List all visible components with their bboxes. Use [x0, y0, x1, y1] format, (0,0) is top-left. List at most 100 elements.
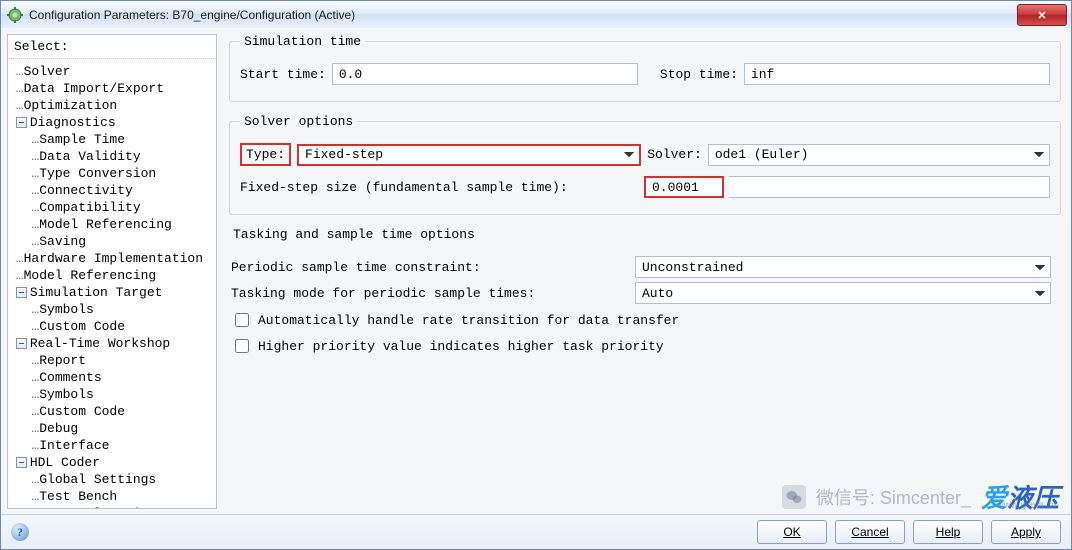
tree-node[interactable]: …EDA Tool Scripts [8, 505, 216, 509]
auto-rate-transition-checkbox[interactable] [235, 313, 249, 327]
tree-node-label: Connectivity [39, 182, 133, 199]
footer-buttons: OK Cancel Help Apply [757, 520, 1061, 544]
tree-node[interactable]: …Global Settings [8, 471, 216, 488]
tree-node[interactable]: …Custom Code [8, 318, 216, 335]
tree-node[interactable]: …Model Referencing [8, 216, 216, 233]
app-icon [7, 7, 23, 23]
tree-node-label: EDA Tool Scripts [39, 505, 164, 509]
tree-node[interactable]: Simulation Target [8, 284, 216, 301]
tree-node[interactable]: …Sample Time [8, 131, 216, 148]
tree-node[interactable]: …Symbols [8, 301, 216, 318]
tree-node-label: Data Import/Export [24, 80, 164, 97]
tree-node-label: Solver [24, 63, 71, 80]
periodic-constraint-select[interactable]: Unconstrained [635, 256, 1051, 278]
start-time-input[interactable] [332, 63, 638, 85]
tree-node-label: Optimization [24, 97, 118, 114]
tree-node[interactable]: …Symbols [8, 386, 216, 403]
tree-node-label: Sample Time [39, 131, 125, 148]
tree-node[interactable]: …Optimization [8, 97, 216, 114]
solver-type-select[interactable]: Fixed-step [297, 144, 641, 166]
simulation-time-legend: Simulation time [240, 34, 365, 49]
help-icon[interactable]: ? [11, 523, 29, 541]
tree-node[interactable]: …Connectivity [8, 182, 216, 199]
collapse-icon[interactable] [16, 338, 27, 349]
apply-button[interactable]: Apply [991, 520, 1061, 544]
category-tree[interactable]: …Solver …Data Import/Export …Optimizatio… [8, 59, 216, 509]
footer-bar: ? OK Cancel Help Apply [1, 514, 1071, 549]
tree-node[interactable]: …Data Import/Export [8, 80, 216, 97]
tree-node-label: HDL Coder [30, 454, 100, 471]
tree-node-label: Real-Time Workshop [30, 335, 170, 352]
tree-node[interactable]: …Hardware Implementation [8, 250, 216, 267]
collapse-icon[interactable] [16, 117, 27, 128]
window-body: Select: …Solver …Data Import/Export …Opt… [1, 28, 1071, 515]
tree-node[interactable]: …Saving [8, 233, 216, 250]
ok-button[interactable]: OK [757, 520, 827, 544]
tree-node-label: Simulation Target [30, 284, 163, 301]
tree-node-label: Data Validity [39, 148, 140, 165]
solver-options-group: Solver options Type: Fixed-step Solver: … [229, 114, 1061, 215]
fixed-step-size-input[interactable] [644, 176, 724, 198]
tree-node[interactable]: Real-Time Workshop [8, 335, 216, 352]
tree-header: Select: [8, 35, 216, 59]
collapse-icon[interactable] [16, 287, 27, 298]
tree-node-label: Compatibility [39, 199, 140, 216]
tree-node-label: Type Conversion [39, 165, 156, 182]
collapse-icon[interactable] [16, 457, 27, 468]
tree-node[interactable]: …Solver [8, 63, 216, 80]
tree-node-label: Test Bench [39, 488, 117, 505]
config-parameters-window: Configuration Parameters: B70_engine/Con… [0, 0, 1072, 550]
auto-rate-transition-label: Automatically handle rate transition for… [258, 313, 679, 328]
solver-options-legend: Solver options [240, 114, 357, 129]
window-title: Configuration Parameters: B70_engine/Con… [29, 8, 1017, 22]
fixed-step-size-input-ext[interactable] [729, 176, 1050, 198]
tree-node-label: Model Referencing [24, 267, 157, 284]
tree-node-label: Symbols [39, 301, 94, 318]
tree-node-label: Diagnostics [30, 114, 116, 131]
close-icon: ✕ [1037, 9, 1046, 22]
tree-node[interactable]: Diagnostics [8, 114, 216, 131]
titlebar: Configuration Parameters: B70_engine/Con… [1, 0, 1071, 30]
tasking-mode-label: Tasking mode for periodic sample times: [231, 286, 629, 301]
help-button[interactable]: Help [913, 520, 983, 544]
tree-node[interactable]: …Model Referencing [8, 267, 216, 284]
higher-priority-label: Higher priority value indicates higher t… [258, 339, 664, 354]
tasking-options-legend: Tasking and sample time options [229, 227, 479, 242]
tree-node-label: Debug [39, 420, 78, 437]
close-button[interactable]: ✕ [1017, 4, 1067, 26]
tree-node-label: Report [39, 352, 86, 369]
tree-node-label: Interface [39, 437, 109, 454]
stop-time-input[interactable] [744, 63, 1050, 85]
tree-node-label: Custom Code [39, 318, 125, 335]
tree-node[interactable]: …Type Conversion [8, 165, 216, 182]
simulation-time-group: Simulation time Start time: Stop time: [229, 34, 1061, 102]
tasking-mode-select[interactable]: Auto [635, 282, 1051, 304]
tree-node-label: Symbols [39, 386, 94, 403]
tree-node[interactable]: …Compatibility [8, 199, 216, 216]
tree-node[interactable]: …Report [8, 352, 216, 369]
watermark-url: www.iyeya.cn [996, 500, 1057, 511]
tree-node-label: Global Settings [39, 471, 156, 488]
settings-content: Simulation time Start time: Stop time: S… [223, 28, 1071, 515]
solver-label: Solver: [647, 147, 702, 162]
tree-node[interactable]: …Custom Code [8, 403, 216, 420]
cancel-button[interactable]: Cancel [835, 520, 905, 544]
solver-select[interactable]: ode1 (Euler) [708, 144, 1050, 166]
tree-node-label: Comments [39, 369, 101, 386]
periodic-constraint-label: Periodic sample time constraint: [231, 260, 629, 275]
tasking-options-group: Tasking and sample time options Periodic… [229, 227, 1061, 374]
tree-node[interactable]: …Debug [8, 420, 216, 437]
tree-node-label: Saving [39, 233, 86, 250]
tree-node[interactable]: …Test Bench [8, 488, 216, 505]
start-time-label: Start time: [240, 67, 326, 82]
tree-node-label: Custom Code [39, 403, 125, 420]
tree-node[interactable]: HDL Coder [8, 454, 216, 471]
fixed-step-size-label: Fixed-step size (fundamental sample time… [240, 180, 638, 195]
solver-type-label: Type: [240, 143, 291, 166]
tree-node-label: Model Referencing [39, 216, 172, 233]
tree-node[interactable]: …Data Validity [8, 148, 216, 165]
tree-node[interactable]: …Interface [8, 437, 216, 454]
higher-priority-checkbox[interactable] [235, 339, 249, 353]
tree-node-label: Hardware Implementation [24, 250, 203, 267]
tree-node[interactable]: …Comments [8, 369, 216, 386]
